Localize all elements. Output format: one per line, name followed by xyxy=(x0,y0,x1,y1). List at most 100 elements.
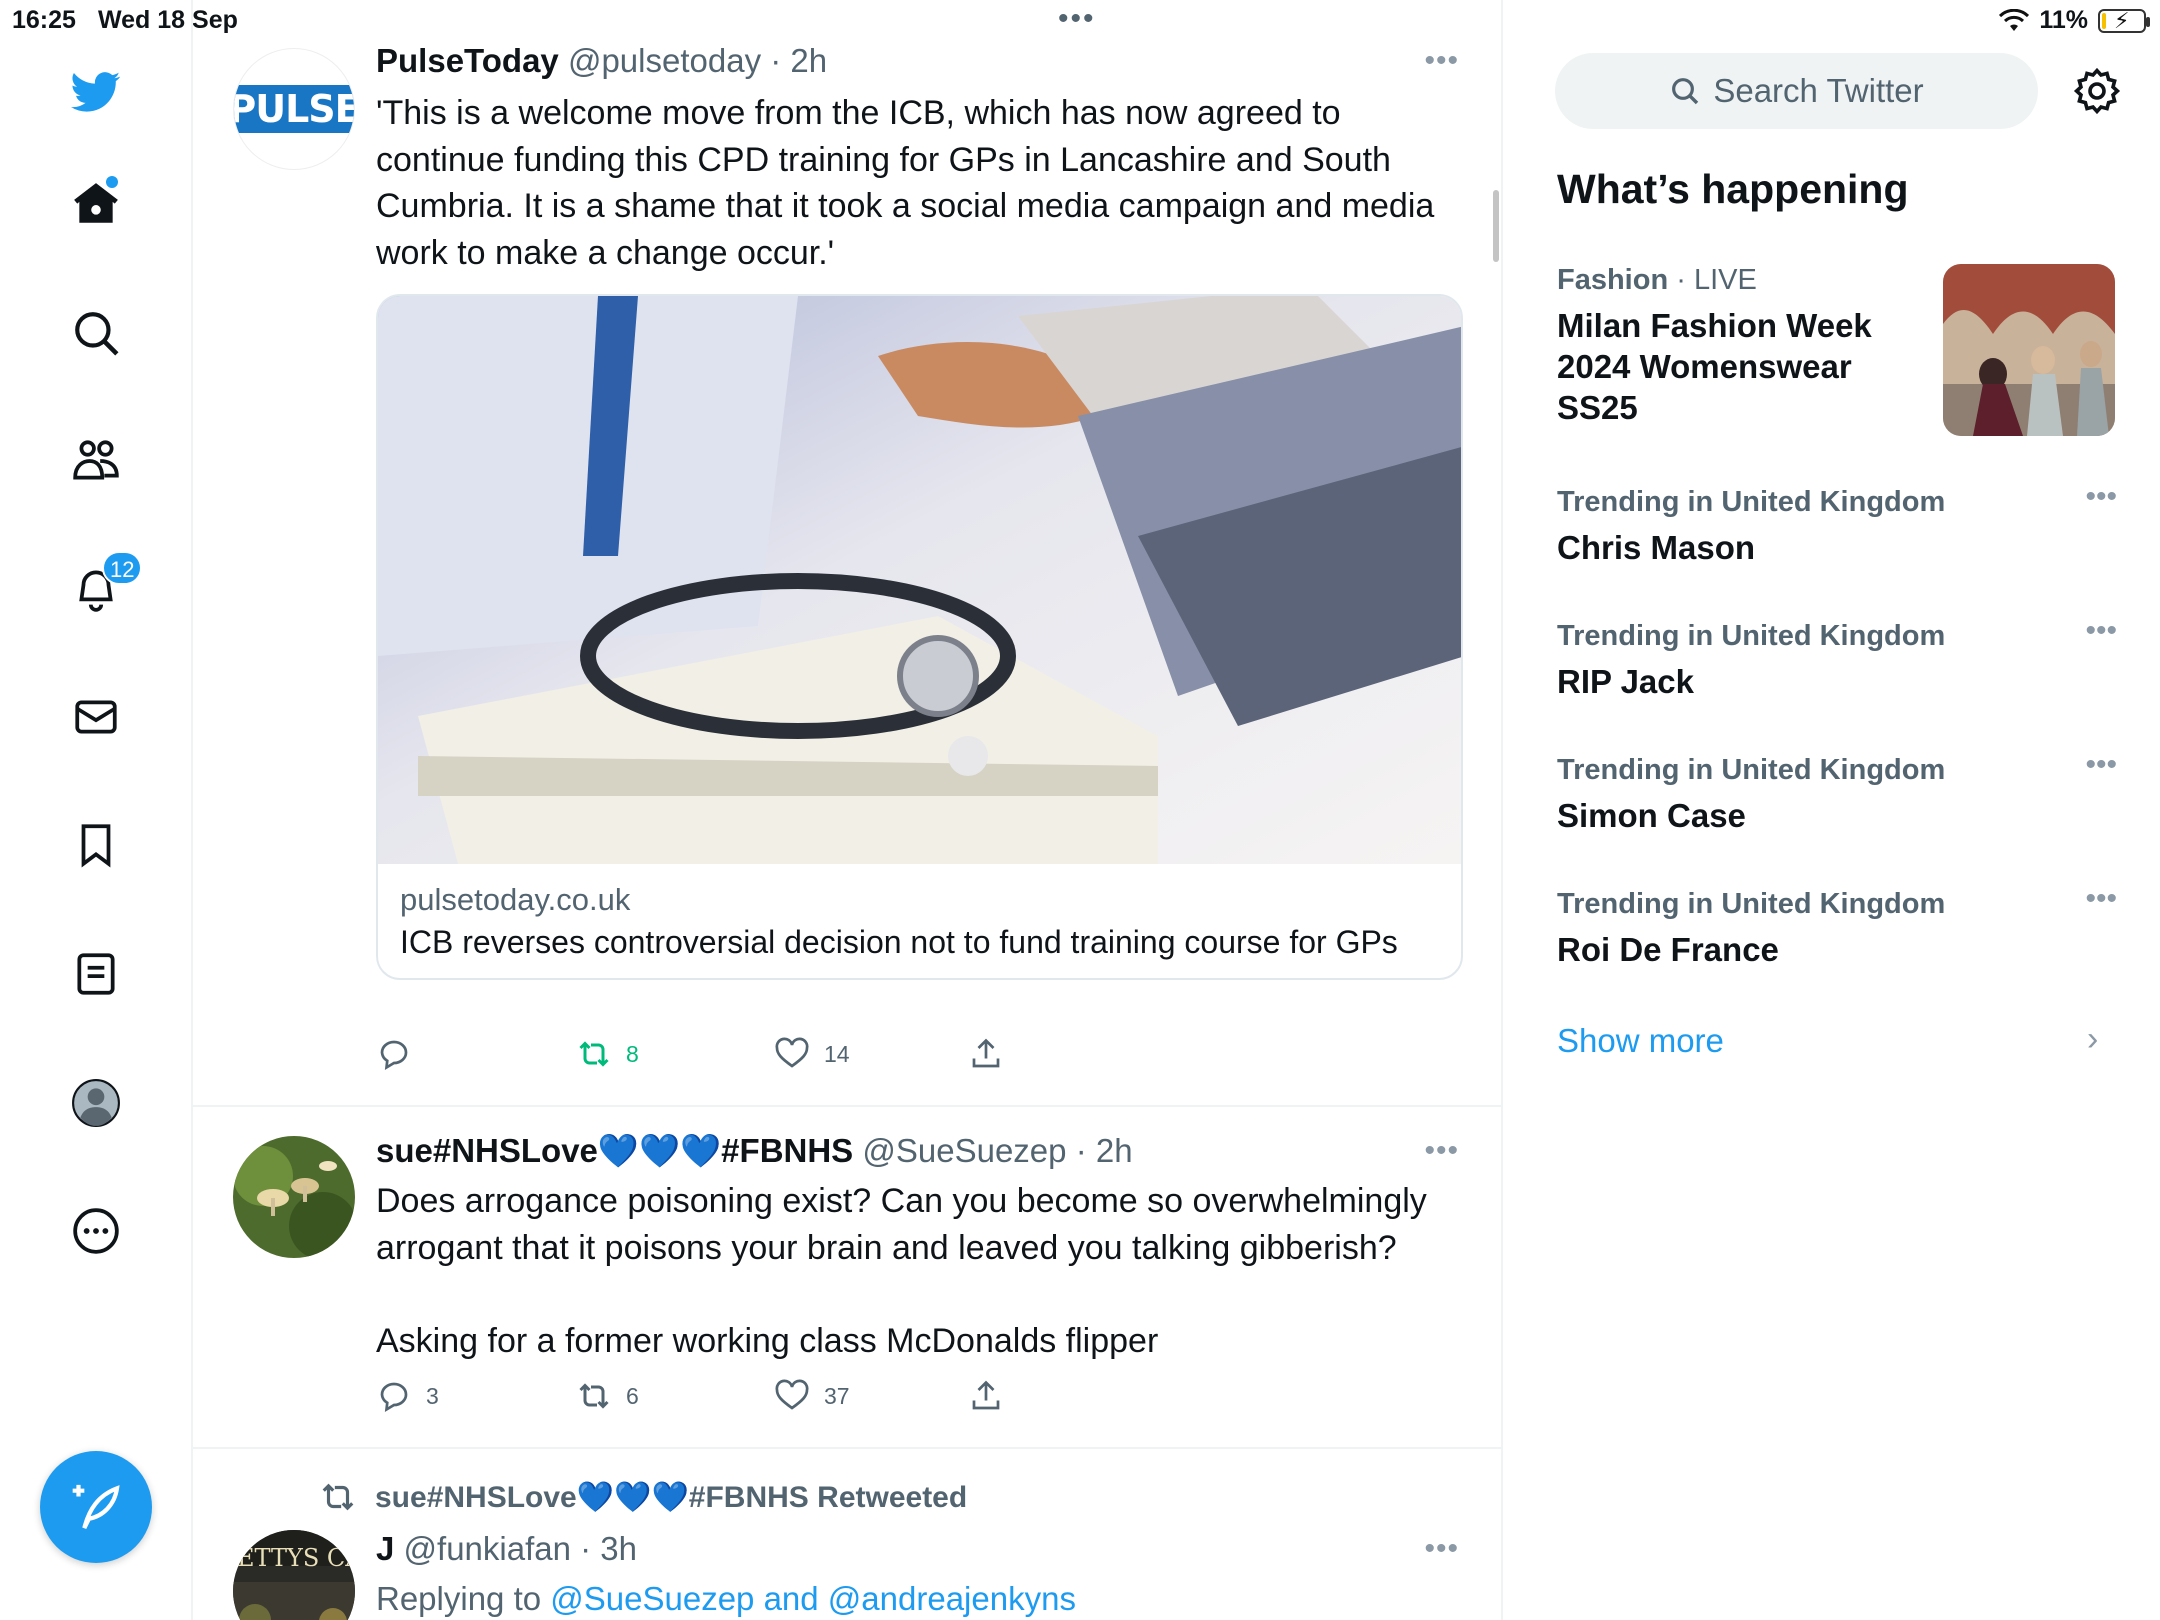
replying-prefix: Replying to xyxy=(376,1580,551,1617)
trend-featured-image[interactable] xyxy=(1943,264,2115,436)
author-handle[interactable]: @funkiafan xyxy=(404,1530,571,1567)
tweet-actions: 3 6 37 xyxy=(376,1378,1076,1418)
link-card-meta: pulsetoday.co.uk ICB reverses controvers… xyxy=(378,864,1461,978)
trend-item[interactable]: Trending in United Kingdom RIP Jack ••• xyxy=(1557,614,2117,702)
compose-tweet-button[interactable] xyxy=(40,1451,152,1563)
whats-happening-title: What’s happening xyxy=(1557,166,1909,212)
retweet-count: 8 xyxy=(626,1040,639,1067)
like-button[interactable]: 14 xyxy=(774,1036,850,1072)
reply-button[interactable]: 3 xyxy=(376,1378,439,1414)
pulse-logo: PULSE xyxy=(234,85,354,133)
tweet-text-blank-line xyxy=(376,1271,1427,1318)
compose-feather-icon xyxy=(72,1484,120,1529)
retweet-button[interactable]: 6 xyxy=(576,1378,639,1414)
tweet-header: sue#NHSLove💙💙💙#FBNHS @SueSuezep · 2h xyxy=(376,1132,1133,1171)
trend-topic: RIP Jack xyxy=(1557,663,1694,700)
lists-icon[interactable] xyxy=(66,944,126,1004)
tweet-text: Does arrogance poisoning exist? Can you … xyxy=(376,1178,1427,1364)
tweet-time[interactable]: · 2h xyxy=(1076,1132,1133,1169)
heart-icon xyxy=(775,1037,809,1068)
trend-featured[interactable]: Fashion · LIVE Milan Fashion Week 2024 W… xyxy=(1557,264,1917,428)
tweet-text-line: Asking for a former working class McDona… xyxy=(376,1321,1159,1360)
trend-context: Trending in United Kingdom xyxy=(1557,486,1946,518)
search-input[interactable]: Search Twitter xyxy=(1555,53,2038,129)
tweet-text-line: 'This is a welcome move from the ICB, wh… xyxy=(376,94,1341,132)
trend-item[interactable]: Trending in United Kingdom Roi De France… xyxy=(1557,882,2117,970)
show-more-link[interactable]: Show more xyxy=(1557,1022,1724,1060)
divider xyxy=(193,1447,1501,1449)
right-sidebar: Search Twitter What’s happening Fashion … xyxy=(1505,0,2160,1620)
reply-icon xyxy=(380,1040,408,1071)
twitter-logo-icon[interactable] xyxy=(66,62,126,122)
trend-context: Fashion · LIVE xyxy=(1557,264,1917,297)
tweet-header: PulseToday @pulsetoday · 2h xyxy=(376,42,827,80)
link-card[interactable]: pulsetoday.co.uk ICB reverses controvers… xyxy=(376,294,1463,980)
share-button[interactable] xyxy=(968,1378,1004,1414)
share-icon xyxy=(972,1380,1000,1410)
trend-topic: Roi De France xyxy=(1557,931,1779,968)
replying-to-users[interactable]: @SueSuezep and @andreajenkyns xyxy=(550,1580,1076,1617)
more-options-icon[interactable] xyxy=(66,1201,126,1261)
left-nav: 12 xyxy=(0,0,193,1620)
home-unread-dot xyxy=(106,176,118,188)
like-count: 14 xyxy=(824,1040,850,1067)
search-icon xyxy=(1672,78,1699,105)
more-options-icon[interactable]: ••• xyxy=(2085,748,2117,782)
share-button[interactable] xyxy=(968,1036,1004,1072)
retweet-count: 6 xyxy=(626,1382,639,1409)
tweet-text-line: arrogant that it poisons your brain and … xyxy=(376,1228,1397,1267)
divider xyxy=(193,1105,1501,1107)
tweet-text-line: continue funding this CPD training for G… xyxy=(376,140,1391,179)
trend-topic: Chris Mason xyxy=(1557,529,1756,566)
more-options-icon[interactable]: ••• xyxy=(2085,480,2117,514)
link-card-title: ICB reverses controversial decision not … xyxy=(400,924,1398,960)
retweet-button[interactable]: 8 xyxy=(576,1036,639,1072)
timeline-scrollbar[interactable] xyxy=(1493,190,1499,262)
avatar[interactable]: PULSE xyxy=(233,48,355,170)
like-button[interactable]: 37 xyxy=(774,1378,850,1414)
tweet-time[interactable]: · 3h xyxy=(580,1530,637,1567)
trend-item[interactable]: Trending in United Kingdom Chris Mason •… xyxy=(1557,480,2117,568)
author-handle[interactable]: @SueSuezep xyxy=(862,1132,1066,1169)
search-icon[interactable] xyxy=(66,303,126,363)
chevron-right-icon[interactable]: › xyxy=(2087,1020,2098,1059)
author-name[interactable]: sue#NHSLove💙💙💙#FBNHS xyxy=(376,1132,853,1169)
share-icon xyxy=(972,1038,1000,1068)
trend-item[interactable]: Trending in United Kingdom Simon Case ••… xyxy=(1557,748,2117,836)
communities-icon[interactable] xyxy=(66,431,126,491)
more-options-icon[interactable]: ••• xyxy=(1424,1532,1459,1566)
trend-category: Fashion xyxy=(1557,264,1669,296)
retweet-icon xyxy=(579,1041,609,1067)
reply-count: 3 xyxy=(426,1382,439,1409)
trend-context: Trending in United Kingdom xyxy=(1557,754,1946,786)
author-name[interactable]: PulseToday xyxy=(376,42,559,79)
bookmarks-icon[interactable] xyxy=(66,815,126,875)
more-options-icon[interactable]: ••• xyxy=(2085,882,2117,916)
messages-icon[interactable] xyxy=(66,687,126,747)
trend-topic: Simon Case xyxy=(1557,797,1746,834)
author-name[interactable]: J xyxy=(376,1530,394,1567)
trend-context: Trending in United Kingdom xyxy=(1557,620,1946,652)
timeline: PULSE PulseToday @pulsetoday · 2h ••• 'T… xyxy=(193,0,1503,1620)
avatar[interactable] xyxy=(233,1136,355,1258)
tweet-time[interactable]: · 2h xyxy=(770,42,827,79)
replying-to-row: Replying to @SueSuezep and @andreajenkyn… xyxy=(376,1580,1076,1618)
settings-gear-icon[interactable] xyxy=(2073,67,2121,115)
more-options-icon[interactable]: ••• xyxy=(1424,44,1459,78)
home-icon[interactable] xyxy=(66,174,126,234)
more-options-icon[interactable]: ••• xyxy=(1424,1134,1459,1168)
more-options-icon[interactable]: ••• xyxy=(2085,614,2117,648)
author-handle[interactable]: @pulsetoday xyxy=(568,42,761,79)
retweeted-by-label[interactable]: sue#NHSLove💙💙💙#FBNHS Retweeted xyxy=(375,1480,967,1515)
tweet-actions: 8 14 xyxy=(376,1036,1076,1076)
tweet-text-line: work to make a change occur.' xyxy=(376,233,835,272)
avatar[interactable]: ETTYS CA xyxy=(233,1530,355,1620)
link-card-image xyxy=(378,296,1461,864)
like-count: 37 xyxy=(824,1382,850,1409)
notifications-icon[interactable]: 12 xyxy=(66,551,143,619)
notifications-badge: 12 xyxy=(102,551,143,585)
profile-avatar-icon[interactable] xyxy=(66,1073,126,1133)
tweet-header: J @funkiafan · 3h xyxy=(376,1530,637,1568)
reply-button[interactable] xyxy=(376,1036,426,1072)
retweet-icon xyxy=(579,1383,609,1409)
